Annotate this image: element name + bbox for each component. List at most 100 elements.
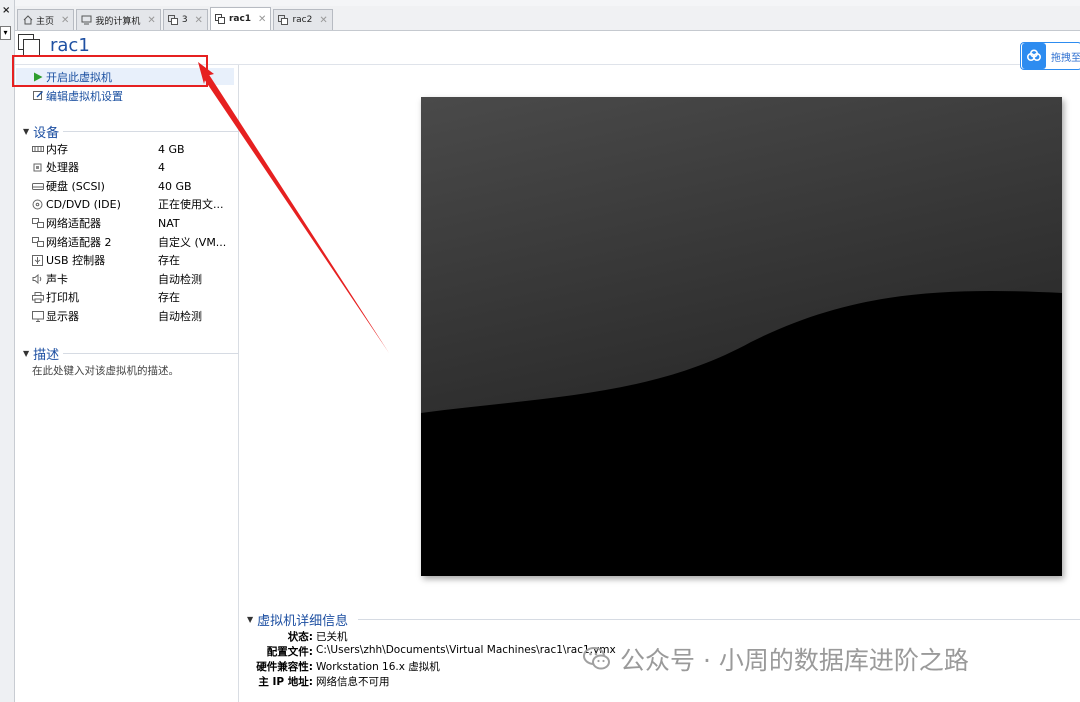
vm-icon (278, 14, 289, 26)
network-adapter-icon (31, 237, 44, 248)
vm-details-heading: 虚拟机详细信息 (257, 614, 349, 629)
collapse-icon: ▼ (247, 615, 254, 624)
tab-rac1[interactable]: rac1 ✕ (209, 7, 272, 30)
watermark: 公众号 · 小周的数据库进阶之路 (582, 641, 969, 677)
device-value: NAT (158, 216, 180, 230)
tab-close-icon[interactable]: ✕ (195, 15, 203, 26)
device-value: 自动检测 (158, 310, 202, 323)
vm-details-header[interactable]: ▼ 虚拟机详细信息 (247, 610, 348, 629)
cd-dvd-icon (31, 199, 44, 210)
drag-to-button[interactable]: 拖拽至 (1020, 42, 1080, 70)
device-row-cpu[interactable]: 处理器 4 (31, 158, 236, 176)
device-name: USB 控制器 (46, 254, 106, 267)
network-adapter-icon (31, 218, 44, 229)
section-divider (63, 131, 239, 132)
detail-row-status: 状态: 已关机 (240, 629, 348, 644)
tab-label: rac2 (292, 15, 313, 25)
tab-close-icon[interactable]: ✕ (258, 14, 266, 25)
device-row-hard-disk[interactable]: 硬盘 (SCSI) 40 GB (31, 177, 236, 195)
settings-icon (32, 90, 44, 102)
tab-close-icon[interactable]: ✕ (319, 15, 327, 26)
tab-label: 3 (181, 15, 188, 25)
device-row-sound-card[interactable]: 声卡 自动检测 (31, 270, 236, 288)
detail-row-config-file: 配置文件: C:\Users\zhh\Documents\Virtual Mac… (240, 644, 616, 659)
device-value: 存在 (158, 291, 180, 304)
device-value: 4 (158, 160, 165, 174)
tab-home[interactable]: 主页 ✕ (17, 9, 75, 30)
device-name: 声卡 (46, 273, 68, 286)
device-row-memory[interactable]: 内存 4 GB (31, 140, 236, 158)
device-row-printer[interactable]: 打印机 存在 (31, 288, 236, 306)
computer-icon (81, 15, 92, 26)
library-dropdown[interactable]: ▾ (0, 26, 11, 40)
vm-preview-graphic (421, 97, 1062, 576)
sound-icon (31, 274, 44, 285)
vm-title: rac1 (18, 34, 90, 56)
detail-row-hardware-compat: 硬件兼容性: Workstation 16.x 虚拟机 (240, 659, 440, 674)
close-library-icon[interactable]: × (2, 5, 10, 16)
detail-key: 配置文件: (266, 646, 313, 658)
detail-key: 主 IP 地址: (258, 676, 313, 688)
devices-section-header[interactable]: ▼ 设备 (23, 122, 239, 141)
device-value: 自动检测 (158, 273, 202, 286)
device-name: 硬盘 (SCSI) (46, 180, 105, 193)
detail-value: 已关机 (316, 631, 348, 643)
section-divider (358, 619, 1080, 620)
tab-bar: 主页 ✕ 我的计算机 ✕ 3 ✕ rac1 ✕ rac2 ✕ (15, 6, 1080, 31)
detail-value: 网络信息不可用 (316, 676, 390, 688)
edit-settings-button[interactable]: 编辑虚拟机设置 (32, 87, 123, 104)
tab-label: 我的计算机 (95, 16, 141, 27)
detail-key: 状态: (287, 631, 313, 643)
tab-label: 主页 (36, 16, 55, 27)
edit-settings-label: 编辑虚拟机设置 (46, 89, 123, 103)
device-row-network-adapter-2[interactable]: 网络适配器 2 自定义 (VM... (31, 233, 236, 251)
device-name: 内存 (46, 143, 68, 156)
vm-preview-screen[interactable] (421, 97, 1062, 576)
memory-icon (31, 144, 44, 155)
description-section-header[interactable]: ▼ 描述 (23, 344, 239, 363)
tab-close-icon[interactable]: ✕ (147, 15, 155, 26)
tab-label: rac1 (228, 14, 252, 24)
description-input[interactable]: 在此处键入对该虚拟机的描述。 (32, 363, 179, 378)
vm-group-icon (167, 14, 179, 26)
vm-summary-pane: 开启此虚拟机 编辑虚拟机设置 ▼ 设备 内存 4 GB 处理器 4 硬盘 (SC… (15, 65, 239, 702)
cpu-icon (31, 162, 44, 173)
detail-value: Workstation 16.x 虚拟机 (316, 661, 440, 673)
hard-disk-icon (31, 181, 44, 192)
section-divider (63, 353, 239, 354)
description-heading: 描述 (33, 348, 60, 363)
device-row-display[interactable]: 显示器 自动检测 (31, 307, 236, 325)
printer-icon (31, 291, 44, 303)
device-value: 自定义 (VM... (158, 236, 227, 249)
detail-value: C:\Users\zhh\Documents\Virtual Machines\… (316, 644, 616, 656)
detail-row-ip-address: 主 IP 地址: 网络信息不可用 (240, 674, 390, 689)
device-row-network-adapter[interactable]: 网络适配器 NAT (31, 214, 236, 232)
device-value: 存在 (158, 254, 180, 267)
usb-icon (31, 254, 44, 266)
device-name: 网络适配器 2 (46, 236, 112, 249)
device-row-usb[interactable]: USB 控制器 存在 (31, 251, 236, 269)
device-value: 40 GB (158, 179, 192, 193)
tab-my-computer[interactable]: 我的计算机 ✕ (76, 9, 161, 30)
vmware-workstation-window: × ▾ 主页 ✕ 我的计算机 ✕ 3 ✕ rac1 ✕ rac2 ✕ rac1 … (0, 0, 1080, 702)
devices-heading: 设备 (33, 126, 60, 141)
device-row-cd-dvd[interactable]: CD/DVD (IDE) 正在使用文... (31, 195, 236, 213)
watermark-text: 公众号 · 小周的数据库进阶之路 (620, 646, 969, 675)
device-name: 处理器 (46, 161, 79, 174)
library-strip: × ▾ (0, 0, 15, 702)
drag-to-label: 拖拽至 (1051, 52, 1080, 64)
wechat-icon (582, 644, 612, 674)
tab-group-3[interactable]: 3 ✕ (162, 9, 208, 30)
device-name: 显示器 (46, 310, 79, 323)
device-name: CD/DVD (IDE) (46, 197, 121, 211)
vm-name: rac1 (50, 34, 90, 56)
home-icon (22, 15, 33, 26)
vm-icon (18, 34, 40, 56)
collapse-icon: ▼ (23, 349, 30, 358)
device-name: 打印机 (46, 291, 79, 304)
device-value: 正在使用文... (158, 198, 224, 211)
tab-rac2[interactable]: rac2 ✕ (273, 9, 333, 30)
display-icon (31, 310, 44, 322)
device-name: 网络适配器 (46, 217, 101, 230)
tab-close-icon[interactable]: ✕ (61, 15, 69, 26)
